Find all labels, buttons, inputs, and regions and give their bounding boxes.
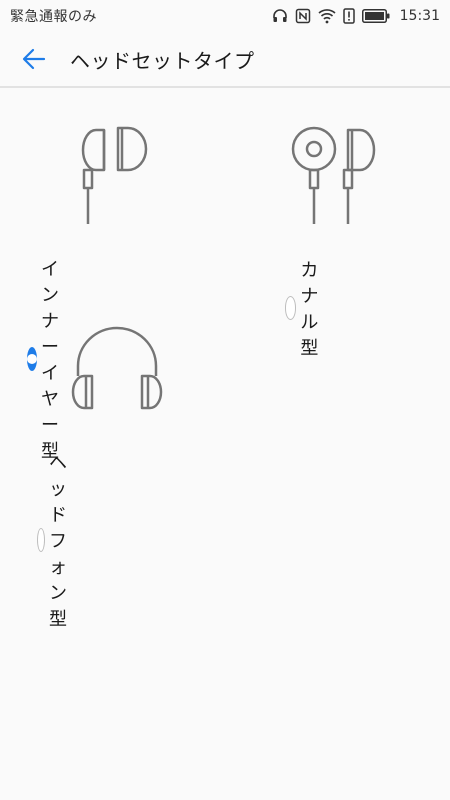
option-label-canal: カナル型: [300, 260, 319, 359]
alert-icon: [342, 8, 355, 24]
status-icons: 15:31: [272, 8, 440, 24]
radio-button[interactable]: [285, 296, 297, 320]
radio-button[interactable]: [37, 528, 45, 552]
wifi-icon: [318, 9, 336, 24]
status-text: 緊急通報のみ: [10, 9, 97, 25]
headset-icon: [272, 9, 287, 22]
arrow-left-icon: [22, 48, 46, 70]
option-label-inner-ear: インナーイヤー型: [41, 259, 59, 462]
radio-option-inner-ear[interactable]: インナーイヤー型: [27, 255, 73, 463]
earbud-icon: [81, 126, 148, 224]
status-time: 15:31: [399, 8, 440, 24]
status-bar: 緊急通報のみ 15:31: [0, 0, 450, 32]
radio-option-headphone[interactable]: ヘッドフォン型: [37, 449, 83, 631]
option-label-headphone: ヘッドフォン型: [48, 453, 67, 630]
back-button[interactable]: [10, 35, 58, 83]
app-bar: ヘッドセットタイプ: [0, 32, 450, 88]
nfc-icon: [295, 8, 310, 24]
radio-button-selected[interactable]: [27, 347, 37, 371]
page-title: ヘッドセットタイプ: [70, 48, 255, 73]
battery-icon: [361, 9, 390, 23]
headphone-icon: [71, 326, 163, 410]
canal-earphone-icon: [291, 126, 376, 224]
radio-option-canal[interactable]: カナル型: [285, 256, 331, 360]
